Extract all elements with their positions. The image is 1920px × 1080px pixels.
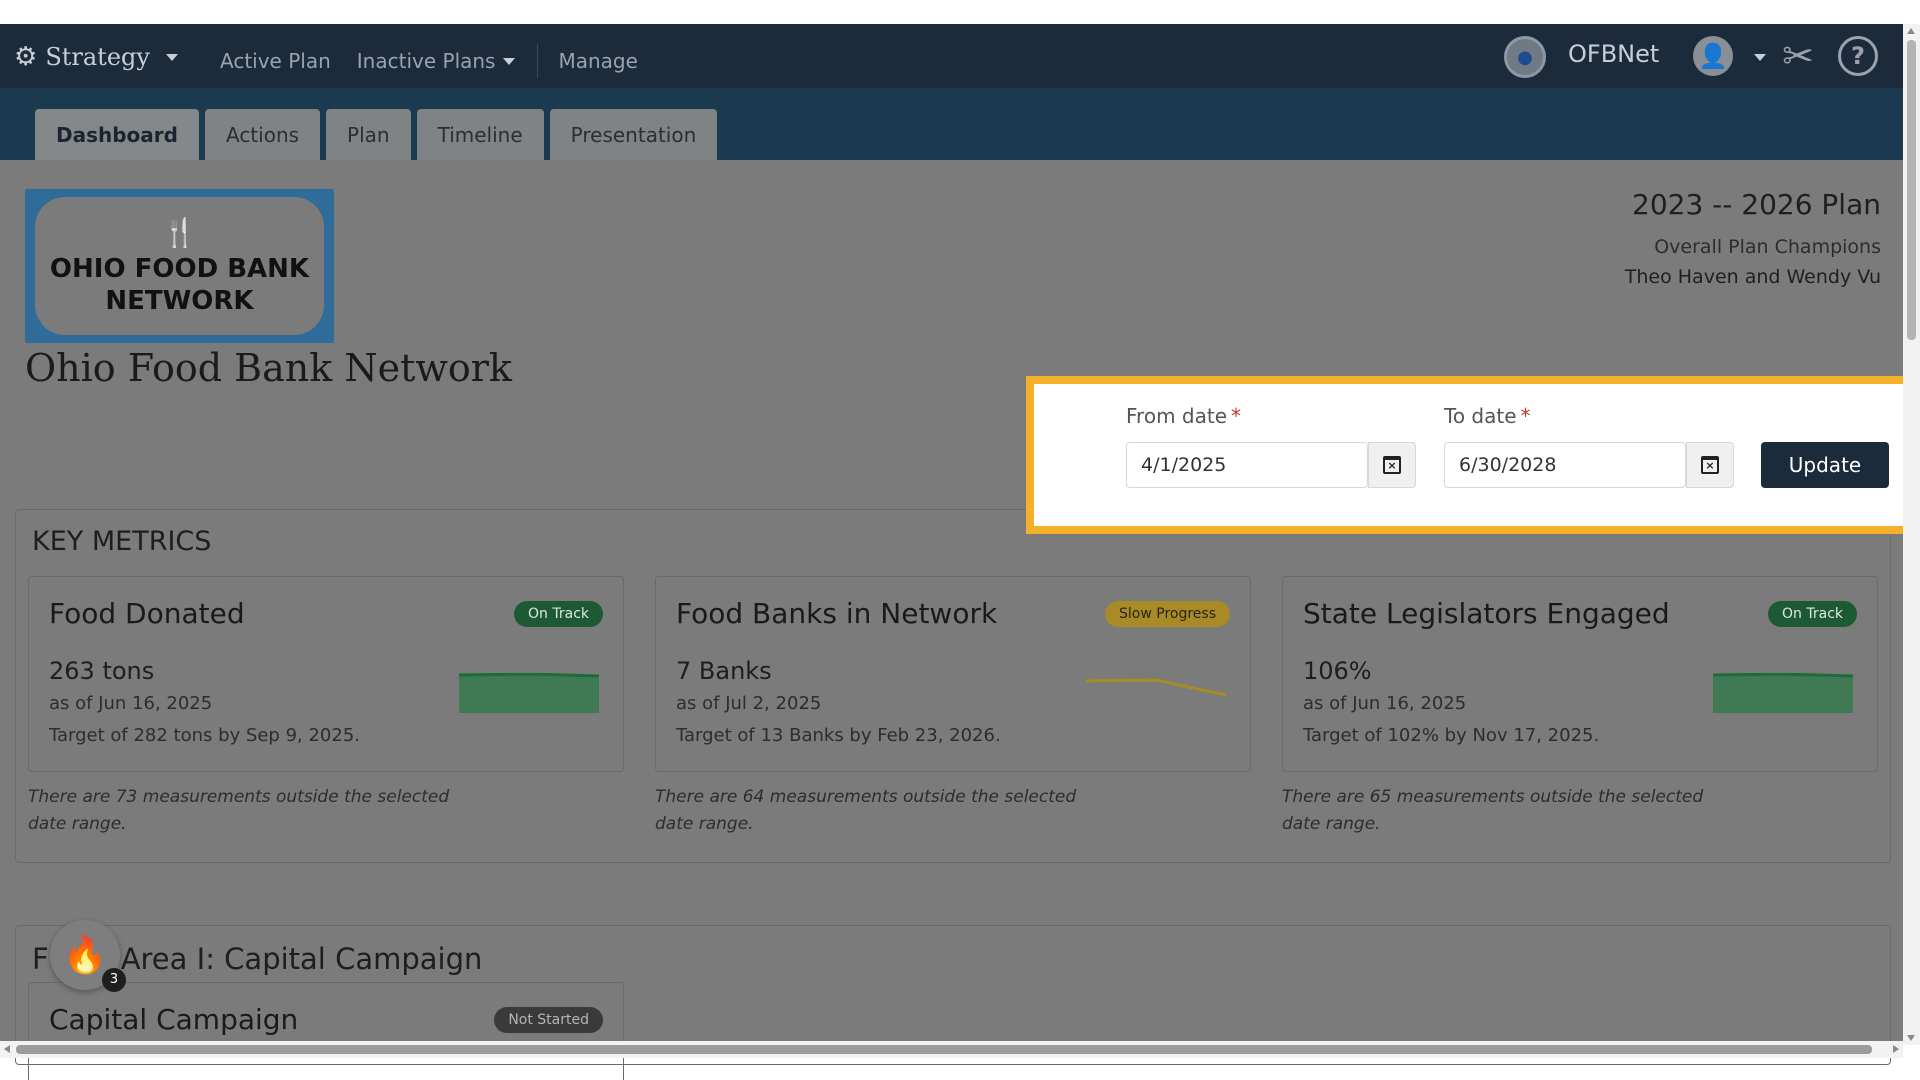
key-metrics-title: KEY METRICS: [32, 526, 212, 557]
utensils-icon: 🍴: [162, 215, 197, 249]
to-date-label-text: To date: [1444, 404, 1517, 428]
user-avatar-icon[interactable]: 👤: [1693, 36, 1733, 76]
metric-card-legislators[interactable]: State Legislators Engaged On Track 106% …: [1282, 576, 1878, 772]
metric-note: There are 65 measurements outside the se…: [1282, 787, 1704, 834]
calendar-icon: ×: [1383, 456, 1401, 474]
gear-icon: ⚙: [14, 42, 38, 72]
logo-line-1: OHIO FOOD BANK: [49, 253, 310, 284]
sparkline-line: [1086, 678, 1226, 697]
nav-divider: [537, 44, 539, 78]
horizontal-scrollbar[interactable]: [0, 1041, 1903, 1058]
logo-inner: 🍴 OHIO FOOD BANK NETWORK: [35, 197, 324, 335]
metric-name: Food Banks in Network: [676, 597, 998, 630]
from-date-label: From date *: [1126, 404, 1241, 428]
chevron-down-icon: [165, 53, 178, 61]
status-badge: Slow Progress: [1105, 601, 1230, 627]
brand-label: Strategy: [45, 43, 150, 71]
vertical-scroll-thumb[interactable]: [1907, 40, 1916, 340]
help-icon[interactable]: ?: [1838, 36, 1878, 76]
metric-card-food-donated[interactable]: Food Donated On Track 263 tons as of Jun…: [28, 576, 624, 772]
org-logo-image: 🍴 OHIO FOOD BANK NETWORK: [25, 189, 334, 343]
status-badge: On Track: [514, 601, 603, 627]
from-date-label-text: From date: [1126, 404, 1228, 428]
from-date-calendar-button[interactable]: ×: [1368, 442, 1416, 488]
sparkline-chart: [1713, 673, 1853, 713]
org-name[interactable]: OFBNet: [1568, 40, 1659, 68]
metric-value: 263 tons: [49, 657, 155, 685]
horizontal-scroll-thumb[interactable]: [16, 1045, 1872, 1054]
page: ⚙ Strategy Active Plan Inactive Plans Ma…: [0, 0, 1920, 1080]
update-button[interactable]: Update: [1761, 442, 1889, 488]
scroll-left-icon[interactable]: [4, 1045, 10, 1053]
chevron-down-icon: [503, 57, 516, 65]
main-content: 🍴 OHIO FOOD BANK NETWORK Ohio Food Bank …: [0, 160, 1903, 1080]
fire-icon: 🔥: [62, 935, 108, 976]
tab-presentation[interactable]: Presentation: [549, 109, 718, 160]
tools-icon[interactable]: ✂: [1776, 34, 1820, 78]
action-card-title: Capital Campaign: [49, 1003, 299, 1036]
metric-target: Target of 102% by Nov 17, 2025.: [1303, 725, 1600, 746]
notification-count-badge: 3: [102, 968, 126, 992]
scroll-right-icon[interactable]: [1893, 1045, 1899, 1053]
plan-title: 2023 -- 2026 Plan: [1632, 188, 1881, 221]
brand-menu[interactable]: ⚙ Strategy: [14, 42, 178, 72]
metric-value: 106%: [1303, 657, 1372, 685]
tab-bar: Dashboard Actions Plan Timeline Presenta…: [0, 88, 1903, 160]
metric-target: Target of 282 tons by Sep 9, 2025.: [49, 725, 361, 746]
tab-plan[interactable]: Plan: [326, 109, 411, 160]
main-nav: Active Plan Inactive Plans Manage: [220, 44, 664, 78]
required-mark: *: [1231, 404, 1242, 428]
from-date-input[interactable]: 4/1/2025: [1126, 442, 1368, 488]
metric-as-of: as of Jun 16, 2025: [49, 693, 213, 714]
status-badge: Not Started: [494, 1007, 603, 1033]
sparkline-chart: [459, 673, 599, 713]
sparkline-area: [1713, 674, 1853, 713]
date-filter: From date * 4/1/2025 × To date * 6/30/2028…: [1034, 384, 1889, 526]
to-date-label: To date *: [1444, 404, 1531, 428]
org-title: Ohio Food Bank Network: [25, 346, 512, 390]
metric-as-of: as of Jul 2, 2025: [676, 693, 822, 714]
nav-manage[interactable]: Manage: [558, 49, 637, 73]
sparkline-area: [459, 674, 599, 713]
status-badge: On Track: [1768, 601, 1857, 627]
calendar-icon: ×: [1701, 456, 1719, 474]
metric-name: State Legislators Engaged: [1303, 597, 1670, 630]
logo-text: OHIO FOOD BANK NETWORK: [50, 253, 309, 317]
sparkline-chart: [1086, 678, 1226, 697]
logo-line-2: NETWORK: [105, 285, 254, 316]
to-date-calendar-button[interactable]: ×: [1686, 442, 1734, 488]
metric-note: There are 64 measurements outside the se…: [655, 787, 1077, 834]
focus-area-name: Area I: Capital Campaign: [120, 942, 483, 976]
metric-note: There are 73 measurements outside the se…: [28, 787, 450, 834]
metric-value: 7 Banks: [676, 657, 772, 685]
top-navbar: ⚙ Strategy Active Plan Inactive Plans Ma…: [0, 24, 1903, 88]
chevron-down-icon[interactable]: [1754, 54, 1766, 61]
tab-dashboard[interactable]: Dashboard: [35, 109, 199, 160]
action-card-capital-campaign[interactable]: Capital Campaign Not Started: [28, 982, 624, 1080]
metric-name: Food Donated: [49, 597, 245, 630]
nav-inactive-plans-label: Inactive Plans: [356, 49, 496, 73]
metric-target: Target of 13 Banks by Feb 23, 2026.: [676, 725, 1001, 746]
nav-active-plan[interactable]: Active Plan: [220, 49, 331, 73]
to-date-input[interactable]: 6/30/2028: [1444, 442, 1686, 488]
plan-champions-label: Overall Plan Champions: [1654, 236, 1881, 258]
plan-champions: Theo Haven and Wendy Vu: [1624, 266, 1881, 288]
scroll-down-icon[interactable]: [1907, 1035, 1915, 1041]
metric-card-food-banks[interactable]: Food Banks in Network Slow Progress 7 Ba…: [655, 576, 1251, 772]
vertical-scrollbar[interactable]: [1903, 24, 1920, 1045]
tab-actions[interactable]: Actions: [204, 109, 321, 160]
tabs: Dashboard Actions Plan Timeline Presenta…: [35, 109, 718, 160]
nav-inactive-plans[interactable]: Inactive Plans: [357, 49, 516, 73]
org-logo-icon[interactable]: ●: [1504, 36, 1546, 78]
scroll-up-icon[interactable]: [1907, 28, 1915, 34]
metric-as-of: as of Jun 16, 2025: [1303, 693, 1467, 714]
focus-area-prefix: F: [32, 942, 49, 976]
required-mark: *: [1520, 404, 1531, 428]
tab-timeline[interactable]: Timeline: [416, 109, 544, 160]
key-metrics-panel: KEY METRICS Food Donated On Track 263 to…: [15, 509, 1891, 863]
